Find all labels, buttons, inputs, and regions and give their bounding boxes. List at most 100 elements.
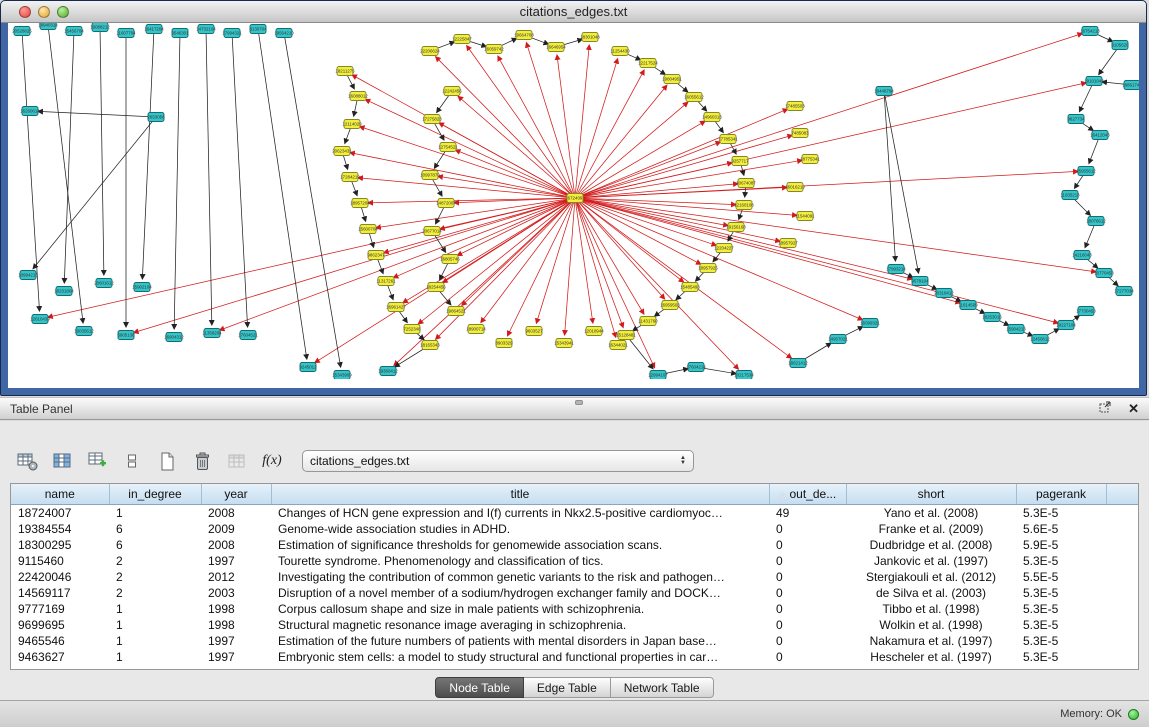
- cell-out_degree[interactable]: 0: [769, 649, 846, 665]
- graph-node[interactable]: 17993214: [886, 265, 906, 274]
- cell-in_degree[interactable]: 2: [109, 553, 201, 569]
- function-builder-icon[interactable]: f(x): [259, 448, 285, 474]
- cell-short[interactable]: Hescheler et al. (1997): [846, 649, 1016, 665]
- graph-node[interactable]: 17730453: [1076, 307, 1096, 316]
- graph-node[interactable]: 8130704: [249, 25, 267, 34]
- cell-pagerank[interactable]: 5.3E-5: [1016, 601, 1106, 617]
- tab-edge-table[interactable]: Edge Table: [524, 677, 611, 698]
- graph-node[interactable]: 19864521: [446, 307, 466, 316]
- cell-year[interactable]: 2009: [201, 521, 271, 537]
- cell-year[interactable]: 1998: [201, 601, 271, 617]
- graph-node[interactable]: 18211275: [335, 67, 355, 76]
- graph-node[interactable]: 16059742: [484, 45, 504, 54]
- minimize-window-button[interactable]: [38, 6, 50, 18]
- graph-node[interactable]: 18940314: [38, 23, 58, 30]
- column-header-out_degree[interactable]: △out_de...: [769, 484, 846, 504]
- cell-short[interactable]: Jankovic et al. (1997): [846, 553, 1016, 569]
- cell-out_degree[interactable]: 0: [769, 617, 846, 633]
- graph-node[interactable]: 12994107: [648, 371, 668, 380]
- graph-node[interactable]: 11544091: [795, 212, 815, 221]
- cell-in_degree[interactable]: 2: [109, 569, 201, 585]
- import-table-icon[interactable]: [224, 448, 250, 474]
- graph-node[interactable]: 12217524: [638, 59, 658, 68]
- graph-node[interactable]: 15902104: [132, 283, 152, 292]
- cell-year[interactable]: 2008: [201, 537, 271, 553]
- cell-name[interactable]: 9463627: [11, 649, 109, 665]
- cell-out_degree[interactable]: 0: [769, 633, 846, 649]
- graph-node[interactable]: 9257717: [731, 157, 749, 166]
- new-column-icon[interactable]: [84, 448, 110, 474]
- cell-year[interactable]: 1998: [201, 617, 271, 633]
- cell-year[interactable]: 2012: [201, 569, 271, 585]
- graph-node[interactable]: 9827734: [1067, 115, 1085, 124]
- graph-node[interactable]: 14216043: [1072, 251, 1092, 260]
- graph-node[interactable]: 18621412: [788, 359, 808, 368]
- graph-node[interactable]: 8903329: [495, 339, 513, 348]
- table-row[interactable]: 1456911722003Disruption of a novel membe…: [11, 585, 1139, 601]
- cell-short[interactable]: Stergiakouli et al. (2012): [846, 569, 1016, 585]
- cell-title[interactable]: Embryonic stem cells: a model to study s…: [271, 649, 769, 665]
- graph-node[interactable]: 14960313: [702, 113, 722, 122]
- cell-name[interactable]: 9699695: [11, 617, 109, 633]
- cell-title[interactable]: Estimation of significance thresholds fo…: [271, 537, 769, 553]
- graph-node[interactable]: 16088012: [348, 92, 368, 101]
- graph-node[interactable]: 10770453: [1094, 269, 1114, 278]
- table-row[interactable]: 969969511998Structural magnetic resonanc…: [11, 617, 1139, 633]
- column-header-name[interactable]: name: [11, 484, 109, 504]
- network-canvas[interactable]: 6724091821127516088012121140292062343117…: [8, 23, 1139, 388]
- graph-node[interactable]: 15904213: [1006, 325, 1026, 334]
- graph-node[interactable]: 10217534: [734, 371, 754, 380]
- graph-node[interactable]: 11254430: [610, 47, 630, 56]
- tab-node-table[interactable]: Node Table: [435, 677, 524, 698]
- graph-node[interactable]: 17994321: [222, 29, 242, 38]
- cell-title[interactable]: Investigating the contribution of common…: [271, 569, 769, 585]
- cell-name[interactable]: 19384554: [11, 521, 109, 537]
- cell-pagerank[interactable]: 5.3E-5: [1016, 504, 1106, 521]
- graph-node[interactable]: 14957021: [828, 335, 848, 344]
- graph-node[interactable]: 18957925: [698, 264, 718, 273]
- cell-out_degree[interactable]: 0: [769, 601, 846, 617]
- graph-node[interactable]: 9862347: [367, 251, 385, 260]
- tab-network-table[interactable]: Network Table: [611, 677, 714, 698]
- graph-node[interactable]: 15955612: [1076, 167, 1096, 176]
- cell-title[interactable]: Tourette syndrome. Phenomenology and cla…: [271, 553, 769, 569]
- graph-node[interactable]: 20528825: [12, 27, 32, 36]
- cell-name[interactable]: 14569117: [11, 585, 109, 601]
- cell-year[interactable]: 1997: [201, 553, 271, 569]
- graph-node[interactable]: 16754213: [1080, 27, 1100, 36]
- cell-pagerank[interactable]: 5.3E-5: [1016, 553, 1106, 569]
- graph-node[interactable]: 16344021: [608, 341, 628, 350]
- cell-in_degree[interactable]: 1: [109, 601, 201, 617]
- graph-node[interactable]: 16904312: [164, 333, 184, 342]
- graph-node[interactable]: 7485083: [791, 129, 809, 138]
- cell-in_degree[interactable]: 6: [109, 537, 201, 553]
- graph-node[interactable]: 16805746: [440, 255, 460, 264]
- cell-short[interactable]: Nakamura et al. (1997): [846, 633, 1016, 649]
- graph-node[interactable]: 15343941: [554, 339, 574, 348]
- graph-node[interactable]: 19664708: [514, 31, 534, 40]
- zoom-window-button[interactable]: [57, 6, 69, 18]
- cell-title[interactable]: Structural magnetic resonance image aver…: [271, 617, 769, 633]
- cell-short[interactable]: Franke et al. (2009): [846, 521, 1016, 537]
- cell-pagerank[interactable]: 5.3E-5: [1016, 617, 1106, 633]
- row-cells-icon[interactable]: [119, 448, 145, 474]
- cell-title[interactable]: Estimation of the future numbers of pati…: [271, 633, 769, 649]
- graph-node[interactable]: 18253016: [982, 313, 1002, 322]
- column-header-title[interactable]: title: [271, 484, 769, 504]
- graph-node[interactable]: 12450612: [1030, 335, 1050, 344]
- cell-pagerank[interactable]: 5.3E-5: [1016, 585, 1106, 601]
- cell-title[interactable]: Disruption of a novel member of a sodium…: [271, 585, 769, 601]
- graph-node[interactable]: 16417204: [144, 25, 164, 34]
- graph-node[interactable]: 17604521: [238, 331, 258, 340]
- cell-short[interactable]: Tibbo et al. (1998): [846, 601, 1016, 617]
- graph-node[interactable]: 19035612: [74, 327, 94, 336]
- graph-node[interactable]: 12018944: [584, 327, 604, 336]
- cell-pagerank[interactable]: 5.6E-5: [1016, 521, 1106, 537]
- graph-node[interactable]: 9546301: [171, 29, 189, 38]
- show-columns-icon[interactable]: [49, 448, 75, 474]
- graph-node[interactable]: 20677014: [422, 227, 442, 236]
- graph-node[interactable]: 15456704: [64, 27, 84, 36]
- table-row[interactable]: 1872400712008Changes of HCN gene express…: [11, 504, 1139, 521]
- table-mode-icon[interactable]: [14, 448, 40, 474]
- graph-node[interactable]: 17604214: [686, 363, 706, 372]
